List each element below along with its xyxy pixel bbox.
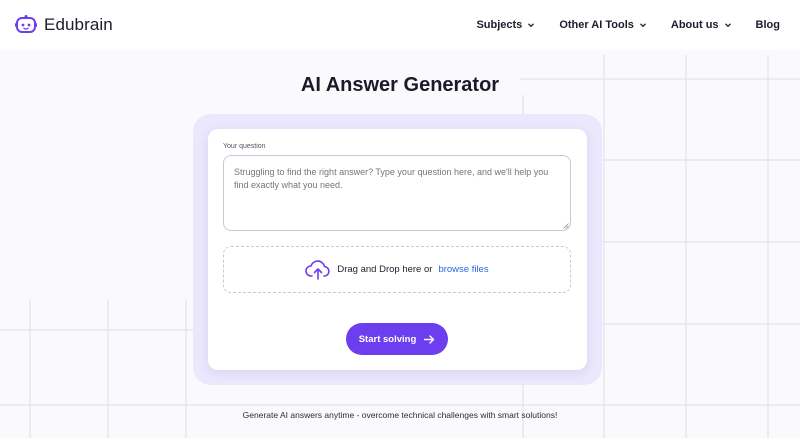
nav-item-label: Other AI Tools [559,19,634,31]
chevron-down-icon [639,23,646,28]
question-label: Your question [223,143,266,150]
generator-card: Your question Drag and Drop here or brow… [208,129,587,370]
page-title: AI Answer Generator [300,74,500,96]
question-input[interactable] [223,155,571,231]
cloud-upload-icon [305,259,331,280]
nav-item-blog[interactable]: Blog [756,19,780,31]
arrow-right-icon [424,334,435,344]
brand-logo[interactable]: Edubrain [15,15,113,35]
nav-item-other-ai-tools[interactable]: Other AI Tools [559,19,647,31]
nav-item-label: About us [670,19,719,31]
start-solving-button[interactable]: Start solving [346,323,448,355]
chevron-down-icon [528,23,535,28]
drop-zone-text: Drag and Drop here or [337,264,433,275]
robot-face-icon [15,15,37,33]
nav-item-label: Blog [755,19,780,31]
file-drop-zone[interactable]: Drag and Drop here or browse files [223,246,571,293]
top-navbar: Edubrain Subjects Other AI Tools About u… [0,0,800,50]
resize-handle-icon[interactable] [563,223,569,229]
nav-item-label: Subjects [476,19,523,31]
browse-files-link[interactable]: browse files [438,264,488,275]
footer-tagline: Generate AI answers anytime - overcome t… [242,410,558,420]
nav-item-subjects[interactable]: Subjects [476,19,535,31]
chevron-down-icon [724,23,731,28]
start-solving-label: Start solving [358,333,417,345]
brand-name: Edubrain [44,15,113,34]
nav-item-about-us[interactable]: About us [671,19,732,31]
main-nav: Subjects Other AI Tools About us Blog [452,19,780,31]
